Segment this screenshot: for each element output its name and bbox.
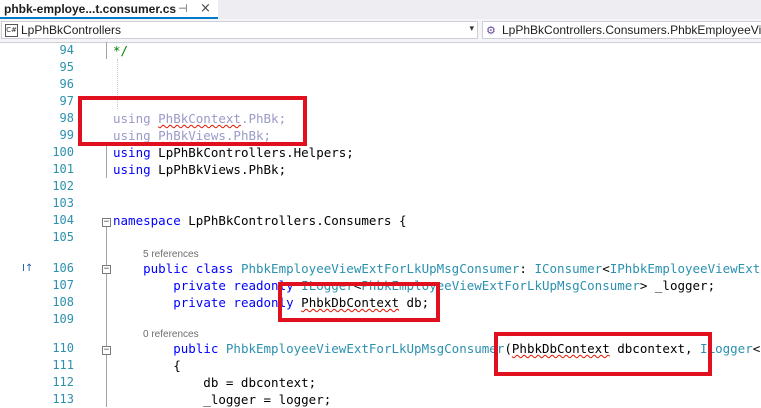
- highlight-box-ctor-param: [494, 332, 712, 376]
- type-dropdown-label: LpPhBkControllers.Consumers.PhbkEmployee…: [502, 23, 761, 37]
- code-text[interactable]: using LpPhBkViews.PhBk;: [113, 161, 286, 178]
- code-text[interactable]: public class PhbkEmployeeViewExtForLkUpM…: [113, 260, 760, 277]
- close-icon[interactable]: ×: [200, 1, 211, 16]
- navigation-bar: C# LpPhBkControllers ▾ ⚙ LpPhBkControlle…: [0, 19, 761, 43]
- line-number: 95: [59, 60, 74, 74]
- line-number: 105: [52, 230, 74, 244]
- code-line[interactable]: 95: [0, 59, 761, 76]
- chevron-down-icon: ▾: [469, 24, 474, 34]
- codelens-references-class[interactable]: 5 references: [143, 246, 199, 263]
- code-line[interactable]: 100 using LpPhBkControllers.Helpers;: [0, 144, 761, 161]
- line-number: 98: [59, 111, 74, 125]
- code-line[interactable]: 104 namespace LpPhBkControllers.Consumers…: [0, 212, 761, 229]
- line-number: 103: [52, 196, 74, 210]
- code-text[interactable]: using LpPhBkControllers.Helpers;: [113, 144, 354, 161]
- code-text[interactable]: namespace LpPhBkControllers.Consumers {: [113, 212, 407, 229]
- line-number: 113: [52, 392, 74, 406]
- line-number: 112: [52, 375, 74, 389]
- collapse-ctor-toggle[interactable]: −: [102, 346, 111, 355]
- pin-icon[interactable]: ⊣: [178, 2, 188, 15]
- code-text[interactable]: _logger = logger;: [113, 391, 331, 408]
- line-number: 108: [52, 295, 74, 309]
- outline-guide-usings: [106, 144, 107, 178]
- code-line[interactable]: 112 db = dbcontext;: [0, 374, 761, 391]
- code-line[interactable]: 101 using LpPhBkViews.PhBk;: [0, 161, 761, 178]
- line-number: 109: [52, 312, 74, 326]
- line-number: 104: [52, 213, 74, 227]
- collapse-namespace-toggle[interactable]: −: [102, 218, 111, 227]
- highlight-box-field: [278, 282, 440, 322]
- line-number: 110: [52, 341, 74, 355]
- project-dropdown[interactable]: C# LpPhBkControllers ▾: [1, 21, 478, 39]
- code-editor[interactable]: 94 */95 96 97 98 using PhBkContext.PhBk; 99 usi…: [0, 42, 761, 407]
- line-number: 106: [52, 261, 74, 275]
- implements-interface-icon[interactable]: I↑: [22, 260, 33, 277]
- code-line[interactable]: 103: [0, 195, 761, 212]
- outline-guide-ctor: [106, 354, 107, 407]
- tab-active-file[interactable]: phbk-employe...t.consumer.cs ⊣ ×: [0, 0, 218, 19]
- line-number: 100: [52, 145, 74, 159]
- outline-guide: [106, 42, 107, 59]
- code-line[interactable]: 96: [0, 76, 761, 93]
- code-text[interactable]: db = dbcontext;: [113, 374, 316, 391]
- code-line[interactable]: 113 _logger = logger;: [0, 391, 761, 408]
- collapse-class-toggle[interactable]: −: [102, 265, 111, 274]
- code-line[interactable]: 102: [0, 178, 761, 195]
- tab-title: phbk-employe...t.consumer.cs: [4, 2, 177, 16]
- code-text[interactable]: */: [113, 42, 128, 59]
- highlight-box-using: [78, 96, 307, 146]
- code-line[interactable]: 94 */: [0, 42, 761, 59]
- code-text[interactable]: {: [113, 357, 181, 374]
- codelens-references-ctor[interactable]: 0 references: [143, 326, 199, 343]
- line-number: 94: [59, 43, 74, 57]
- class-icon: ⚙: [486, 24, 496, 37]
- type-dropdown[interactable]: ⚙ LpPhBkControllers.Consumers.PhbkEmploy…: [482, 21, 761, 39]
- tab-bar: phbk-employe...t.consumer.cs ⊣ ×: [0, 0, 761, 19]
- code-line[interactable]: 105: [0, 229, 761, 246]
- project-dropdown-label: LpPhBkControllers: [21, 23, 122, 37]
- line-number: 102: [52, 179, 74, 193]
- line-number: 101: [52, 162, 74, 176]
- line-number: 99: [59, 128, 74, 142]
- line-number: 97: [59, 94, 74, 108]
- csharp-project-icon: C#: [5, 24, 18, 37]
- code-line[interactable]: 106 public class PhbkEmployeeViewExtForL…: [0, 260, 761, 277]
- line-number: 111: [52, 358, 74, 372]
- line-number: 107: [52, 278, 74, 292]
- line-number: 96: [59, 77, 74, 91]
